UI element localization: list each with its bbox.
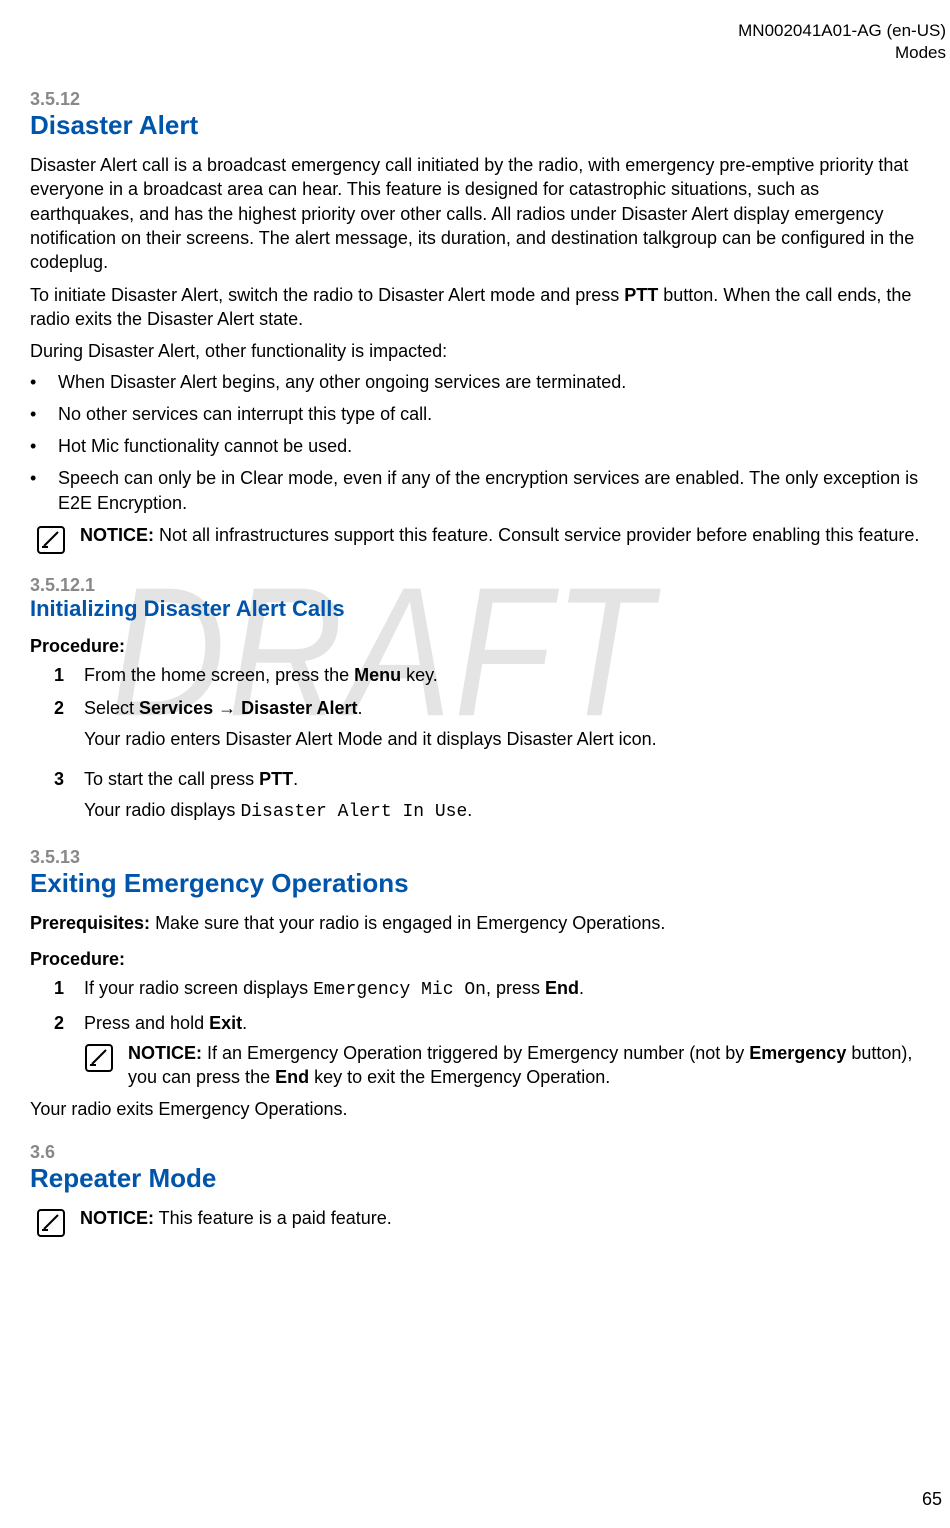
mono-text: Disaster Alert In Use [240, 802, 467, 822]
step-item: If your radio screen displays Emergency … [54, 976, 920, 1003]
text: . [358, 698, 363, 718]
text: . [579, 978, 584, 998]
mono-text: Emergency Mic On [313, 980, 486, 1000]
bold-text: Services [139, 698, 213, 718]
list-item: Speech can only be in Clear mode, even i… [30, 466, 920, 515]
bold-text: Disaster Alert [241, 698, 357, 718]
notice-text: NOTICE: If an Emergency Operation trigge… [128, 1041, 920, 1090]
text: . [467, 800, 472, 820]
text: , press [486, 978, 545, 998]
notice-icon [36, 1208, 70, 1238]
bold-text: Exit [209, 1013, 242, 1033]
text: If an Emergency Operation triggered by E… [202, 1043, 749, 1063]
notice-label: NOTICE: [80, 525, 154, 545]
text: . [242, 1013, 247, 1033]
doc-id: MN002041A01-AG (en-US) [30, 20, 946, 42]
text: If your radio screen displays [84, 978, 313, 998]
prerequisites: Prerequisites: Make sure that your radio… [30, 911, 920, 935]
bold-text: End [545, 978, 579, 998]
list-item: No other services can interrupt this typ… [30, 402, 920, 426]
step-result: Your radio enters Disaster Alert Mode an… [84, 727, 920, 752]
section-title-disaster-alert: Disaster Alert [30, 110, 950, 141]
section-title-repeater-mode: Repeater Mode [30, 1163, 950, 1194]
step-item: From the home screen, press the Menu key… [54, 663, 920, 688]
text: → [213, 698, 241, 718]
text: To initiate Disaster Alert, switch the r… [30, 285, 624, 305]
bullet-list: When Disaster Alert begins, any other on… [30, 370, 920, 515]
bold-text: PTT [259, 769, 293, 789]
procedure-label: Procedure: [30, 636, 950, 657]
step-result: Your radio displays Disaster Alert In Us… [84, 798, 920, 825]
notice-label: NOTICE: [80, 1208, 154, 1228]
text: Your radio displays [84, 800, 240, 820]
page-header: MN002041A01-AG (en-US) Modes [30, 20, 950, 64]
paragraph: Disaster Alert call is a broadcast emerg… [30, 153, 920, 274]
bold-text: PTT [624, 285, 658, 305]
step-item: Press and hold Exit. NOTICE: If an Emerg… [54, 1011, 920, 1089]
procedure-label: Procedure: [30, 949, 950, 970]
section-title-init-disaster: Initializing Disaster Alert Calls [30, 596, 950, 622]
procedure-steps: From the home screen, press the Menu key… [54, 663, 920, 825]
section-number: 3.5.13 [30, 847, 950, 868]
paragraph: Your radio exits Emergency Operations. [30, 1097, 920, 1121]
bold-text: Menu [354, 665, 401, 685]
step-item: Select Services → Disaster Alert. Your r… [54, 696, 920, 752]
chapter-name: Modes [30, 42, 946, 64]
notice-icon [84, 1043, 118, 1073]
text: Make sure that your radio is engaged in … [150, 913, 665, 933]
text: From the home screen, press the [84, 665, 354, 685]
notice-block: NOTICE: If an Emergency Operation trigge… [84, 1041, 920, 1090]
text: key. [401, 665, 438, 685]
prerequisites-label: Prerequisites: [30, 913, 150, 933]
notice-label: NOTICE: [128, 1043, 202, 1063]
notice-text: NOTICE: Not all infrastructures support … [80, 523, 919, 547]
page-number: 65 [922, 1489, 942, 1510]
text: This feature is a paid feature. [154, 1208, 392, 1228]
section-number: 3.5.12 [30, 89, 950, 110]
procedure-steps: If your radio screen displays Emergency … [54, 976, 920, 1089]
list-item: Hot Mic functionality cannot be used. [30, 434, 920, 458]
step-item: To start the call press PTT. Your radio … [54, 767, 920, 825]
text: Press and hold [84, 1013, 209, 1033]
bold-text: Emergency [749, 1043, 846, 1063]
paragraph: To initiate Disaster Alert, switch the r… [30, 283, 920, 332]
section-number: 3.5.12.1 [30, 575, 950, 596]
paragraph: During Disaster Alert, other functionali… [30, 339, 920, 363]
section-title-exit-emergency: Exiting Emergency Operations [30, 868, 950, 899]
text: Not all infrastructures support this fea… [154, 525, 919, 545]
bold-text: End [275, 1067, 309, 1087]
notice-block: NOTICE: This feature is a paid feature. [36, 1206, 920, 1238]
text: key to exit the Emergency Operation. [309, 1067, 610, 1087]
text: . [293, 769, 298, 789]
text: To start the call press [84, 769, 259, 789]
text: Select [84, 698, 139, 718]
notice-block: NOTICE: Not all infrastructures support … [36, 523, 920, 555]
section-number: 3.6 [30, 1142, 950, 1163]
notice-icon [36, 525, 70, 555]
notice-text: NOTICE: This feature is a paid feature. [80, 1206, 392, 1230]
list-item: When Disaster Alert begins, any other on… [30, 370, 920, 394]
